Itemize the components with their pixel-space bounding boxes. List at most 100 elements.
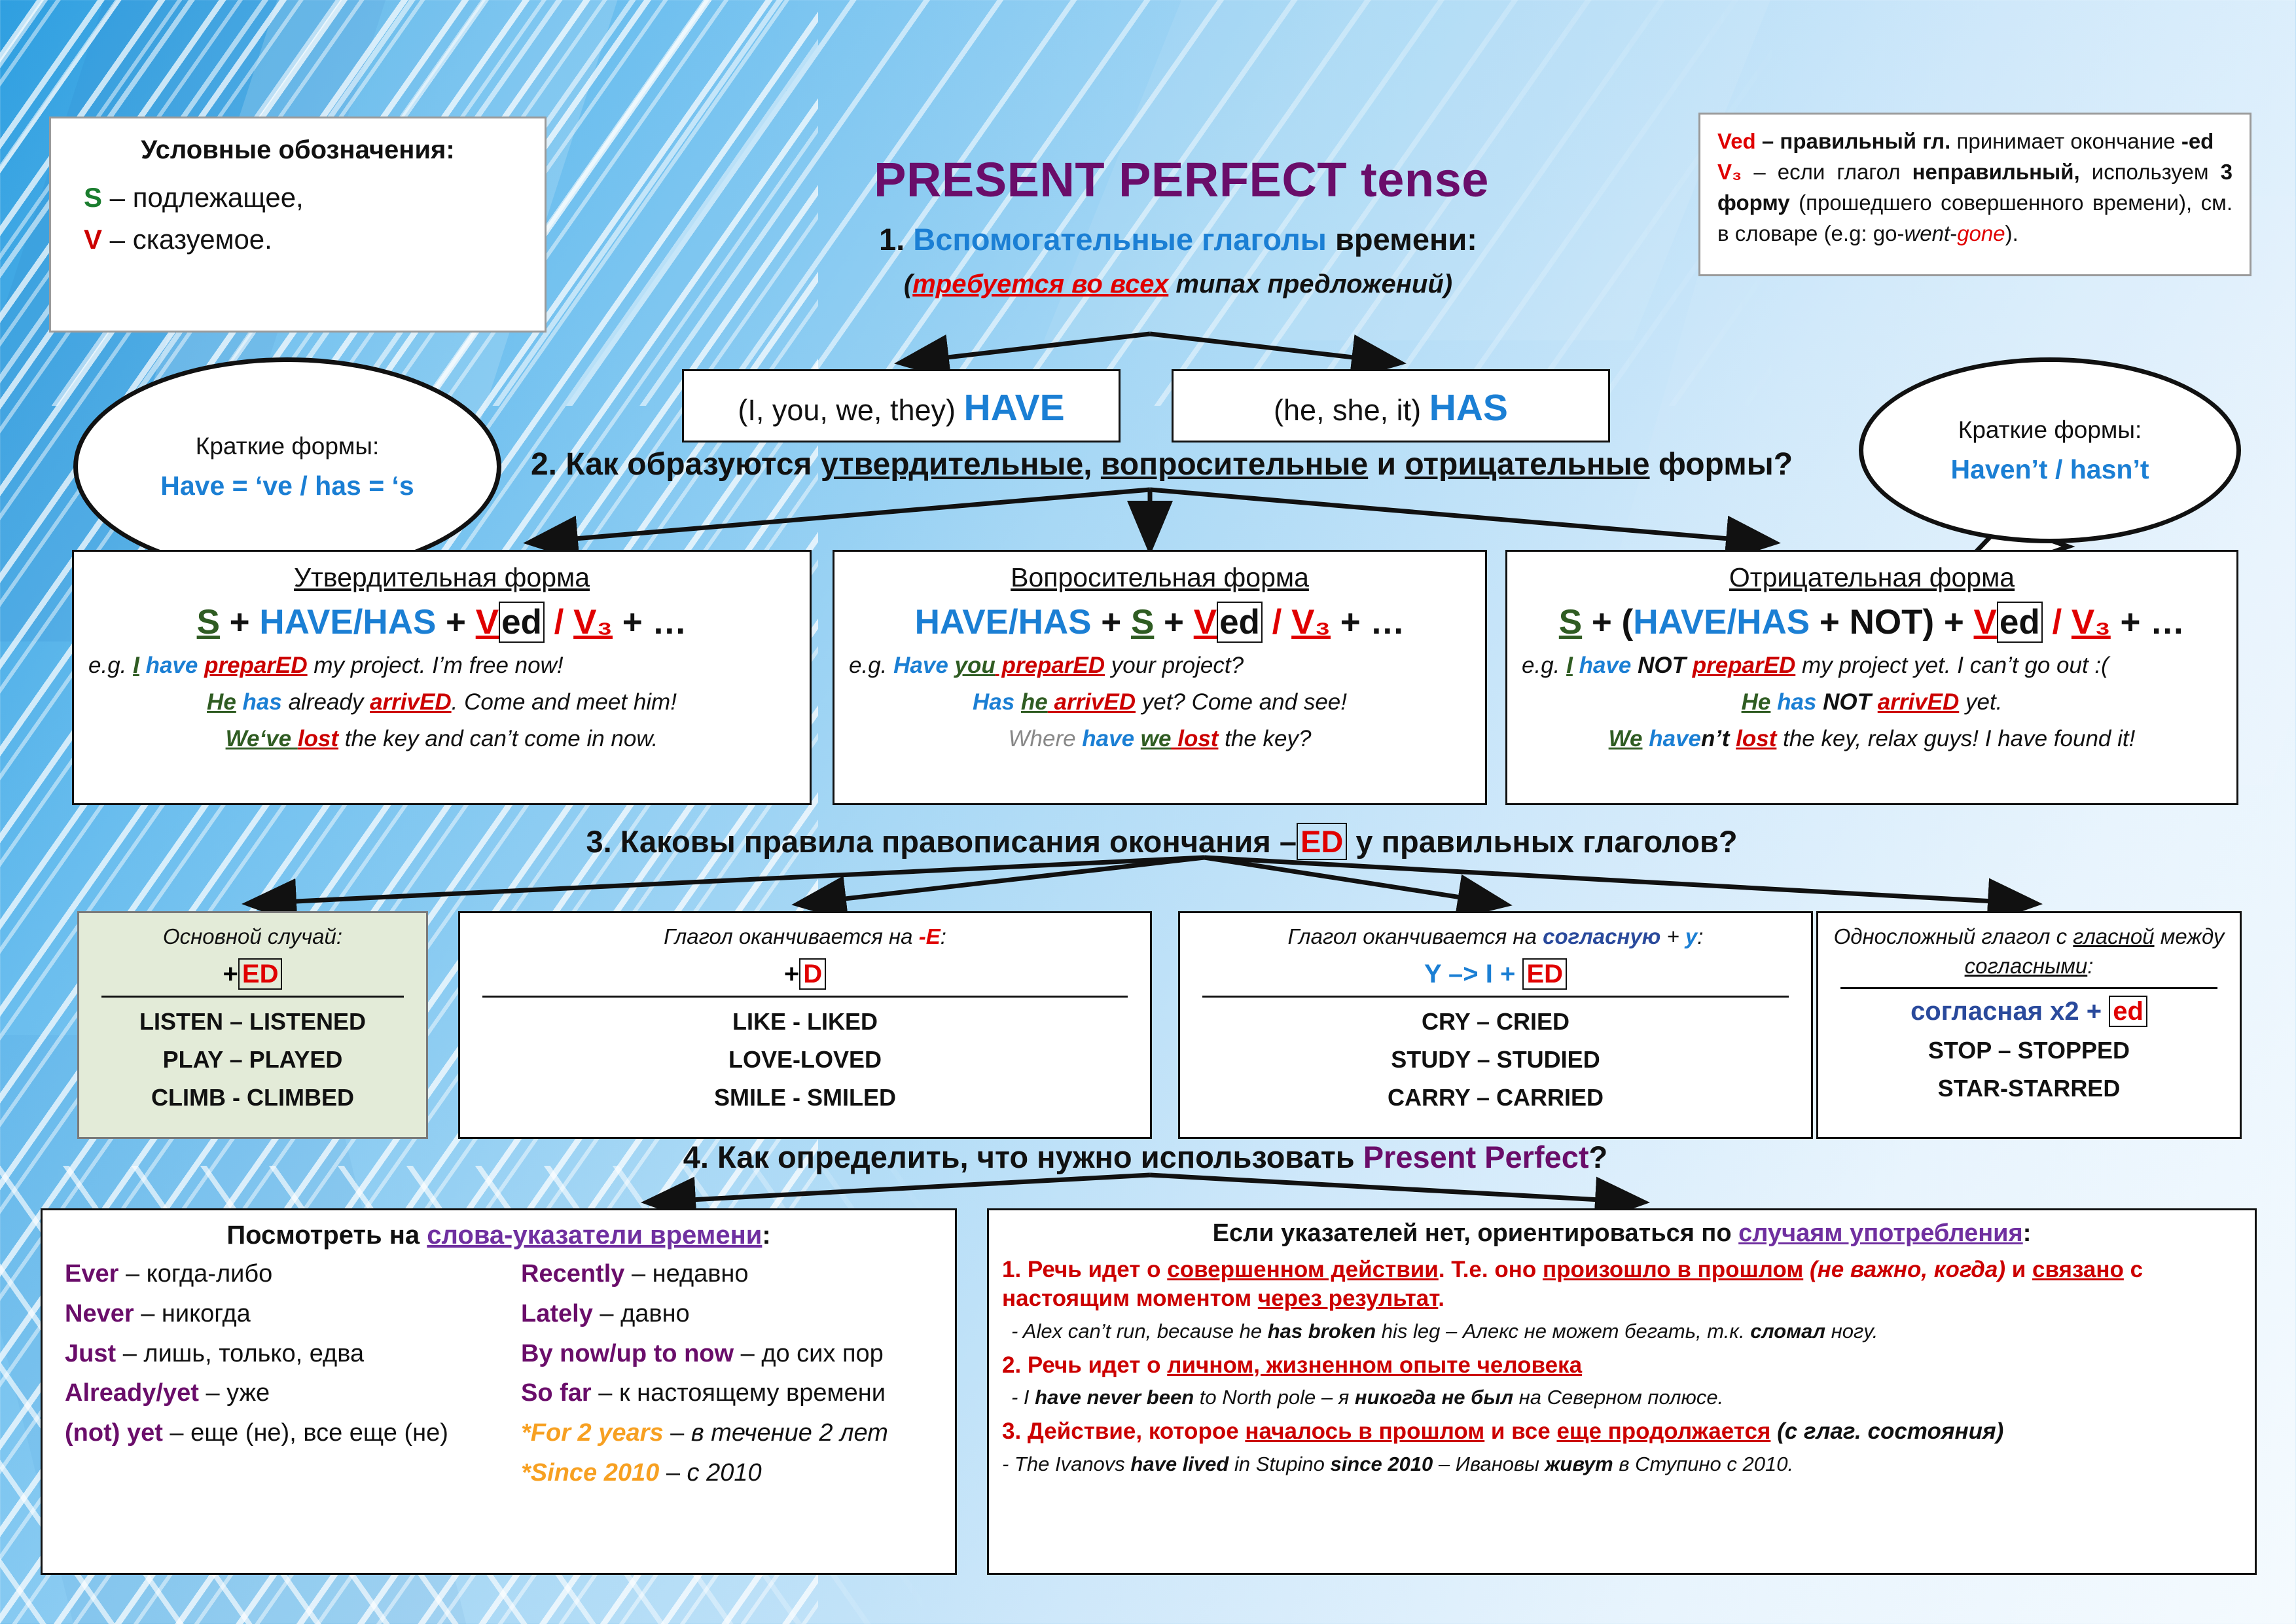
case1-b: совершенном действии xyxy=(1167,1257,1439,1282)
rule3-head-c: + xyxy=(1660,924,1685,948)
marker-item: (not) yet – еще (не), все еще (не) xyxy=(65,1418,490,1448)
rule3-head-a: Глагол оканчивается на xyxy=(1287,924,1543,948)
question-example-1: e.g. Have you preparED your project? xyxy=(834,653,1485,679)
section-3-heading: 3. Каковы правила правописания окончания… xyxy=(458,823,1865,860)
marker-word: (not) yet xyxy=(65,1419,163,1447)
section-1-num: 1. xyxy=(879,222,914,257)
rule2-sign: + D xyxy=(460,958,1150,990)
case3-c: началось в прошлом xyxy=(1245,1418,1485,1445)
negative-example-1: e.g. I have NOT preparED my project yet.… xyxy=(1507,653,2236,679)
marker-word: By now/up to now xyxy=(521,1339,734,1367)
marker-translation: уже xyxy=(226,1379,270,1407)
sec3-pre: 3. Каковы правила правописания окончания… xyxy=(586,824,1297,859)
marker-item: By now/up to now – до сих пор xyxy=(521,1339,946,1369)
ved-ending: -ed xyxy=(2181,129,2214,153)
formula-v: V xyxy=(1973,603,1997,641)
spelling-rule-double-consonant: Односложный глагол с гласной между согла… xyxy=(1816,911,2242,1139)
ex-verb: arrivED xyxy=(370,689,452,715)
marker-item: *For 2 years – в течение 2 лет xyxy=(521,1418,946,1448)
marker-item: Lately – давно xyxy=(521,1299,946,1329)
affirmative-title: Утвердительная форма xyxy=(293,562,590,592)
case2-a: 2. Речь идет о xyxy=(1002,1352,1168,1378)
aux-have-box: (I, you, we, they) HAVE xyxy=(682,369,1121,442)
ex-verb: lost xyxy=(297,726,339,751)
speech-bubble-short-forms-positive: Краткие формы: Have = ‘ve / has = ‘s xyxy=(73,357,501,576)
rule2-example-1: LIKE - LIKED xyxy=(460,1008,1150,1036)
ex-verb: arrivED xyxy=(1047,689,1136,715)
marker-word: Never xyxy=(65,1299,134,1327)
divider xyxy=(482,995,1128,998)
bubble-left-title: Краткие формы: xyxy=(195,432,380,460)
ex-mid: already xyxy=(288,689,370,715)
rule3-head-d: y xyxy=(1685,924,1698,948)
marker-translation: в течение 2 лет xyxy=(691,1419,888,1447)
rule2-example-3: SMILE - SMILED xyxy=(460,1084,1150,1111)
sec3-post: у правильных глаголов? xyxy=(1347,824,1738,859)
ex-aux: has xyxy=(1770,689,1823,715)
formula-plus1: + xyxy=(1091,603,1131,641)
case1-d: произошло в прошлом xyxy=(1542,1257,1804,1282)
rule2-head-b: -E xyxy=(918,924,941,948)
marker-dash: – xyxy=(624,1260,653,1288)
negative-example-3: We haven’t lost the key, relax guys! I h… xyxy=(1507,726,2236,752)
marker-item: Just – лишь, только, едва xyxy=(65,1339,490,1369)
rule4-head-b: гласной xyxy=(2073,924,2155,948)
section-1-heading: 1. Вспомогательные глаголы времени: xyxy=(720,221,1636,257)
ex2-b1: have never been xyxy=(1035,1386,1194,1409)
rule1-heading: Основной случай: xyxy=(162,924,343,948)
rule2-badge: D xyxy=(799,958,827,990)
question-example-2: Has he arrivED yet? Come and see! xyxy=(834,689,1485,715)
sec2-w2: вопросительные xyxy=(1100,447,1369,482)
rule3-sign-text: Y –> I + xyxy=(1424,959,1523,988)
rule3-sign: Y –> I + ED xyxy=(1180,958,1811,990)
rule4-example-2: STAR-STARRED xyxy=(1818,1075,2240,1102)
markers-column-right: Recently – недавно Lately – давно By now… xyxy=(499,1259,955,1498)
formula-v3: V₃ xyxy=(573,603,613,641)
rule2-head-c: : xyxy=(940,924,946,948)
question-title: Вопросительная форма xyxy=(1011,562,1309,592)
marker-translation: давно xyxy=(620,1299,690,1327)
bubble-right-content: Haven’t / hasn’t xyxy=(1950,454,2149,484)
marker-dash: – xyxy=(663,1419,691,1447)
question-form-box: Вопросительная форма HAVE/HAS + S + Ved … xyxy=(833,550,1487,805)
example-text: CARRY – CARRIED xyxy=(1387,1083,1604,1111)
marker-item: Already/yet – уже xyxy=(65,1379,490,1408)
spelling-rule-basic: Основной случай: + ED LISTEN – LISTENED P… xyxy=(77,911,428,1139)
formula-tail: + … xyxy=(612,603,687,641)
rule3-example-2: STUDY – STUDIED xyxy=(1180,1046,1811,1074)
rule4-head-a: Односложный глагол с xyxy=(1833,924,2073,948)
example-text: CRY – CRIED xyxy=(1421,1007,1570,1035)
ex-rest: . Come and meet him! xyxy=(451,689,677,715)
ex-subject: He xyxy=(207,689,236,715)
cases-title-post: : xyxy=(2022,1219,2032,1247)
negative-formula: S + (HAVE/HAS + NOT) + Ved / V₃ + … xyxy=(1507,602,2236,643)
case3-d: и все xyxy=(1484,1418,1557,1445)
rule3-head-b: согласную xyxy=(1543,924,1661,948)
section-1-rest: времени: xyxy=(1326,222,1477,257)
ex-verb: preparED xyxy=(995,653,1105,678)
rule3-example-3: CARRY – CARRIED xyxy=(1180,1084,1811,1111)
marker-word: *Since 2010 xyxy=(521,1459,660,1487)
ex1-bold2: сломал xyxy=(1750,1319,1826,1343)
ex-subject: he xyxy=(1020,689,1048,715)
symbol-s: S xyxy=(84,182,103,213)
ex3-mid: in Stupino xyxy=(1229,1453,1331,1475)
ex-verb: lost xyxy=(1171,726,1219,751)
legend-ved-line: Ved – правильный гл. принимает окончание… xyxy=(1717,126,2233,157)
ex-rest: the key, relax guys! I have found it! xyxy=(1776,726,2136,751)
formula-slash: / xyxy=(544,603,574,641)
ex-subject: you xyxy=(954,653,996,678)
speech-bubble-short-forms-negative: Краткие формы: Haven’t / hasn’t xyxy=(1859,357,2241,543)
marker-translation: лишь, только, едва xyxy=(143,1339,365,1367)
rule4-sign: согласная х2 + ed xyxy=(1818,996,2240,1028)
markers-title-pre: Посмотреть на xyxy=(226,1221,427,1250)
markers-column-left: Ever – когда-либо Never – никогда Just –… xyxy=(43,1259,499,1498)
example-text: STOP – STOPPED xyxy=(1928,1037,2130,1064)
legend-line-subject: S – подлежащее, xyxy=(84,182,522,213)
ex-rest: yet? Come and see! xyxy=(1136,689,1347,715)
ex3-en: - The Ivanovs xyxy=(1002,1453,1131,1475)
ex1-bold: has broken xyxy=(1267,1319,1376,1343)
usage-case-2: 2. Речь идет о личном, жизненном опыте ч… xyxy=(1002,1351,2242,1380)
marker-dash: – xyxy=(118,1260,147,1288)
marker-item: Ever – когда-либо xyxy=(65,1259,490,1289)
